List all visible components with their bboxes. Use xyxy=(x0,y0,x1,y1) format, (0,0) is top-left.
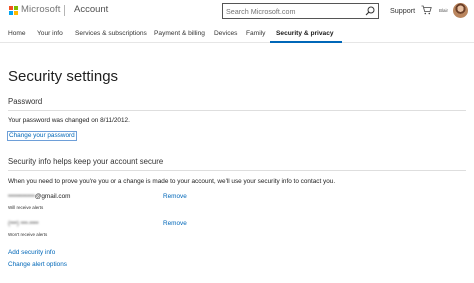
change-password-link[interactable]: Change your password xyxy=(7,131,77,141)
section-divider xyxy=(8,170,466,171)
logo-square-red xyxy=(9,6,13,10)
tab-family[interactable]: Family xyxy=(246,30,265,37)
avatar[interactable] xyxy=(453,3,468,18)
email-domain: @gmail.com xyxy=(34,193,71,200)
brand-divider xyxy=(64,5,65,16)
logo-square-yellow xyxy=(14,11,18,15)
tab-security-privacy[interactable]: Security & privacy xyxy=(276,30,334,37)
logo-square-green xyxy=(14,6,18,10)
logo-square-blue xyxy=(9,11,13,15)
shopping-cart-icon[interactable] xyxy=(421,5,432,15)
security-info-heading: Security info helps keep your account se… xyxy=(8,157,164,166)
top-bar: Microsoft Account Support Blair xyxy=(0,0,474,22)
alert-status: Won't receive alerts xyxy=(8,232,48,237)
security-info-description: When you need to prove you're you or a c… xyxy=(8,178,336,185)
tab-your-info[interactable]: Your info xyxy=(37,30,63,37)
account-nav: Home Your info Services & subscriptions … xyxy=(0,27,474,43)
user-name[interactable]: Blair xyxy=(439,8,448,13)
active-tab-indicator xyxy=(270,41,342,43)
masked-phone-number: (•••) •••-•••• xyxy=(8,220,39,227)
tab-services-subscriptions[interactable]: Services & subscriptions xyxy=(75,30,147,37)
page-title: Security settings xyxy=(8,68,119,85)
search-box[interactable] xyxy=(222,3,379,19)
section-divider xyxy=(8,110,466,111)
tab-payment-billing[interactable]: Payment & billing xyxy=(154,30,205,37)
account-title[interactable]: Account xyxy=(74,4,108,15)
microsoft-logo-icon[interactable] xyxy=(9,6,18,15)
alert-status: Will receive alerts xyxy=(8,205,44,210)
tab-home[interactable]: Home xyxy=(8,30,26,37)
tab-devices[interactable]: Devices xyxy=(214,30,237,37)
support-link[interactable]: Support xyxy=(390,6,415,15)
security-info-email: ••••••••••••@gmail.com xyxy=(8,193,70,200)
remove-email-link[interactable]: Remove xyxy=(163,193,187,200)
remove-phone-link[interactable]: Remove xyxy=(163,220,187,227)
search-icon[interactable] xyxy=(365,6,375,16)
search-input[interactable] xyxy=(226,5,364,17)
password-heading: Password xyxy=(8,97,43,106)
change-alert-options-link[interactable]: Change alert options xyxy=(8,261,67,268)
password-changed-text: Your password was changed on 8/11/2012. xyxy=(8,117,130,124)
add-security-info-link[interactable]: Add security info xyxy=(8,249,55,256)
brand-name[interactable]: Microsoft xyxy=(21,4,60,15)
masked-email-prefix: •••••••••••• xyxy=(8,193,35,200)
